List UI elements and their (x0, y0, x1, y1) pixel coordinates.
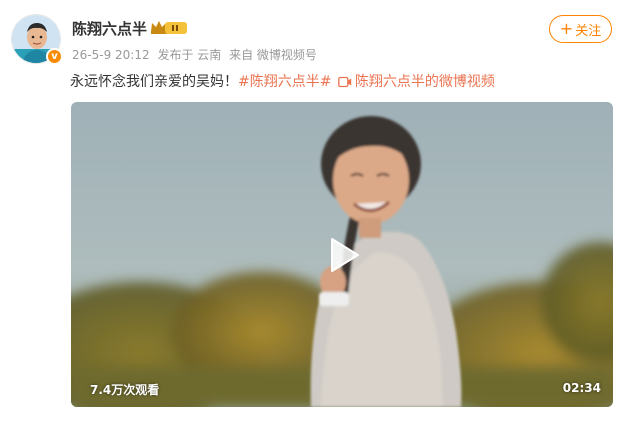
video-duration: 02:34 (562, 381, 601, 395)
hashtag-link[interactable]: #陈翔六点半# (238, 74, 331, 90)
video-link-icon (338, 76, 352, 88)
follow-label: 关注 (575, 23, 602, 39)
crown-icon (151, 21, 187, 34)
post-text: 永远怀念我们亲爱的吴妈！#陈翔六点半# 陈翔六点半的微博视频 (70, 71, 495, 91)
follow-button[interactable]: + 关注 (549, 15, 612, 43)
plus-icon: + (559, 19, 574, 38)
video-link[interactable]: 陈翔六点半的微博视频 (355, 74, 495, 90)
verified-icon: v (46, 48, 63, 65)
post-location: 发布于 云南 (157, 48, 222, 62)
user-name[interactable]: 陈翔六点半 (72, 18, 147, 39)
post-meta: 26-5-9 20:12 发布于 云南 来自 微博视频号 (72, 46, 321, 63)
play-icon[interactable] (320, 233, 364, 277)
post-source[interactable]: 来自 微博视频号 (229, 48, 317, 62)
view-count: 7.4万次观看 (90, 383, 160, 397)
post-body: 永远怀念我们亲爱的吴妈！ (70, 74, 238, 90)
avatar-container[interactable]: v (11, 14, 63, 65)
video-player[interactable]: 7.4万次观看 02:34 (71, 102, 613, 407)
post-timestamp[interactable]: 26-5-9 20:12 (72, 48, 150, 62)
